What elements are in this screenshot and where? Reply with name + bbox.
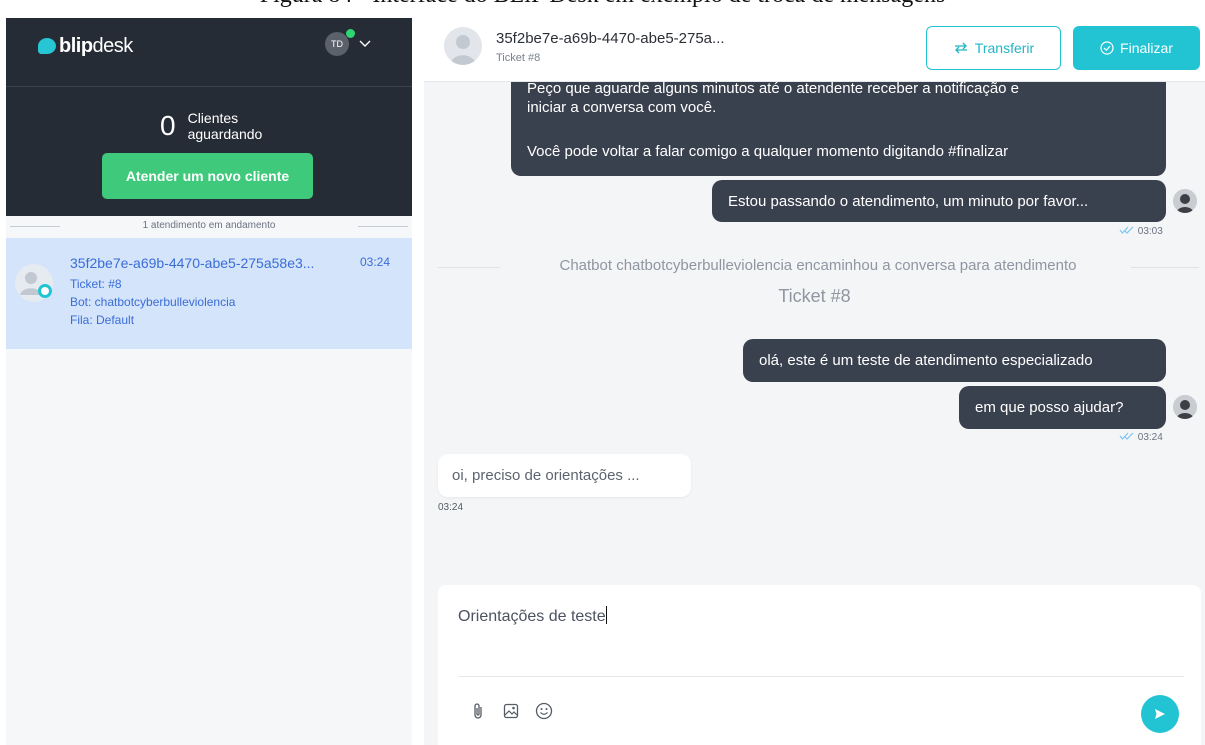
double-check-icon: [1119, 432, 1134, 440]
ticket-time: 03:24: [360, 255, 391, 269]
user-menu[interactable]: TD: [325, 29, 371, 56]
transfer-arrows-icon: [953, 42, 969, 54]
agent-avatar: [1173, 189, 1197, 213]
bot-message-line: iniciar a conversa com você.: [527, 99, 717, 116]
message-time: 03:24: [438, 502, 464, 513]
chat-panel: Peço que aguarde alguns minutos até o at…: [424, 18, 1205, 745]
waiting-label: Clientes aguardando: [187, 110, 263, 142]
chat-header: 35f2be7e-a69b-4470-abe5-275a... Ticket #…: [424, 18, 1205, 82]
chevron-down-icon[interactable]: [359, 40, 371, 48]
in-progress-label: 1 atendimento em andamento: [6, 218, 412, 234]
message-composer[interactable]: Orientações de teste: [438, 585, 1201, 745]
message-time: 03:03: [1137, 226, 1163, 237]
user-initials: TD: [331, 39, 343, 49]
message-input[interactable]: Orientações de teste: [458, 606, 607, 626]
ticket-number: Ticket: #8: [70, 277, 122, 291]
divider: [458, 676, 1184, 677]
ticket-queue: Fila: Default: [70, 313, 135, 327]
ticket-bot: Bot: chatbotcyberbulleviolencia: [70, 295, 236, 309]
system-forward-message: Chatbot chatbotcyberbulleviolencia encam…: [559, 257, 1077, 274]
divider: [6, 86, 412, 87]
message-input-value: Orientações de teste: [458, 608, 606, 625]
agent-message-text: olá, este é um teste de atendimento espe…: [759, 352, 1093, 369]
system-ticket-label: Ticket #8: [778, 286, 851, 306]
online-status-dot: [346, 29, 355, 38]
user-avatar-icon: [15, 264, 53, 302]
user-avatar-icon: [444, 27, 482, 65]
client-message-text: oi, preciso de orientações ...: [452, 467, 640, 484]
check-circle-icon: [1100, 41, 1114, 55]
conversation-title: 35f2be7e-a69b-4470-abe5-275a...: [496, 30, 725, 47]
ticket-id: 35f2be7e-a69b-4470-abe5-275a58e3...: [70, 255, 315, 271]
figure-caption: Figura 84 - Interface do BLiP Desk em ex…: [0, 0, 1205, 9]
agent-message-text: em que posso ajudar?: [975, 399, 1124, 416]
paperclip-icon[interactable]: [468, 701, 488, 721]
sidebar-top: blip desk TD 0 Clientes aguardando Atend…: [6, 18, 412, 216]
bot-passing-text: Estou passando o atendimento, um minuto …: [728, 192, 1089, 210]
brand-bold-text: blip: [59, 34, 93, 57]
finish-button[interactable]: Finalizar: [1073, 26, 1200, 70]
double-check-icon: [1119, 226, 1134, 234]
finish-label: Finalizar: [1120, 40, 1173, 56]
ticket-list-item[interactable]: 35f2be7e-a69b-4470-abe5-275a58e3... 03:2…: [6, 238, 412, 349]
bubble-logo-icon: [38, 38, 56, 54]
message-receipt: 03:24: [1119, 432, 1163, 443]
transfer-button[interactable]: Transferir: [926, 26, 1061, 70]
transfer-label: Transferir: [974, 40, 1035, 56]
text-caret: [605, 606, 607, 624]
send-button[interactable]: [1141, 695, 1179, 733]
send-icon: [1155, 709, 1165, 719]
bot-passing-message: Estou passando o atendimento, um minuto …: [712, 180, 1166, 222]
avatar: TD: [325, 29, 355, 56]
agent-avatar: [1173, 395, 1197, 419]
message-receipt: 03:03: [1119, 226, 1163, 237]
agent-message: olá, este é um teste de atendimento espe…: [743, 339, 1166, 382]
waiting-clients: 0 Clientes aguardando: [160, 110, 268, 142]
waiting-count: 0: [160, 110, 176, 141]
message-time: 03:24: [1137, 432, 1163, 443]
new-client-button[interactable]: Atender um novo cliente: [102, 153, 313, 199]
image-icon[interactable]: [501, 701, 521, 721]
brand-light-text: desk: [92, 34, 134, 57]
bot-message-line: Você pode voltar a falar comigo a qualqu…: [527, 143, 1009, 160]
agent-message: em que posso ajudar?: [959, 386, 1166, 429]
emoji-icon[interactable]: [534, 701, 554, 721]
bot-message-line: Peço que aguarde alguns minutos até o at…: [527, 80, 1020, 97]
conversation-ticket: Ticket #8: [496, 52, 541, 64]
sidebar: blip desk TD 0 Clientes aguardando Atend…: [6, 18, 412, 745]
brand-logo[interactable]: blip desk: [38, 34, 133, 58]
client-message: oi, preciso de orientações ...: [438, 454, 691, 497]
